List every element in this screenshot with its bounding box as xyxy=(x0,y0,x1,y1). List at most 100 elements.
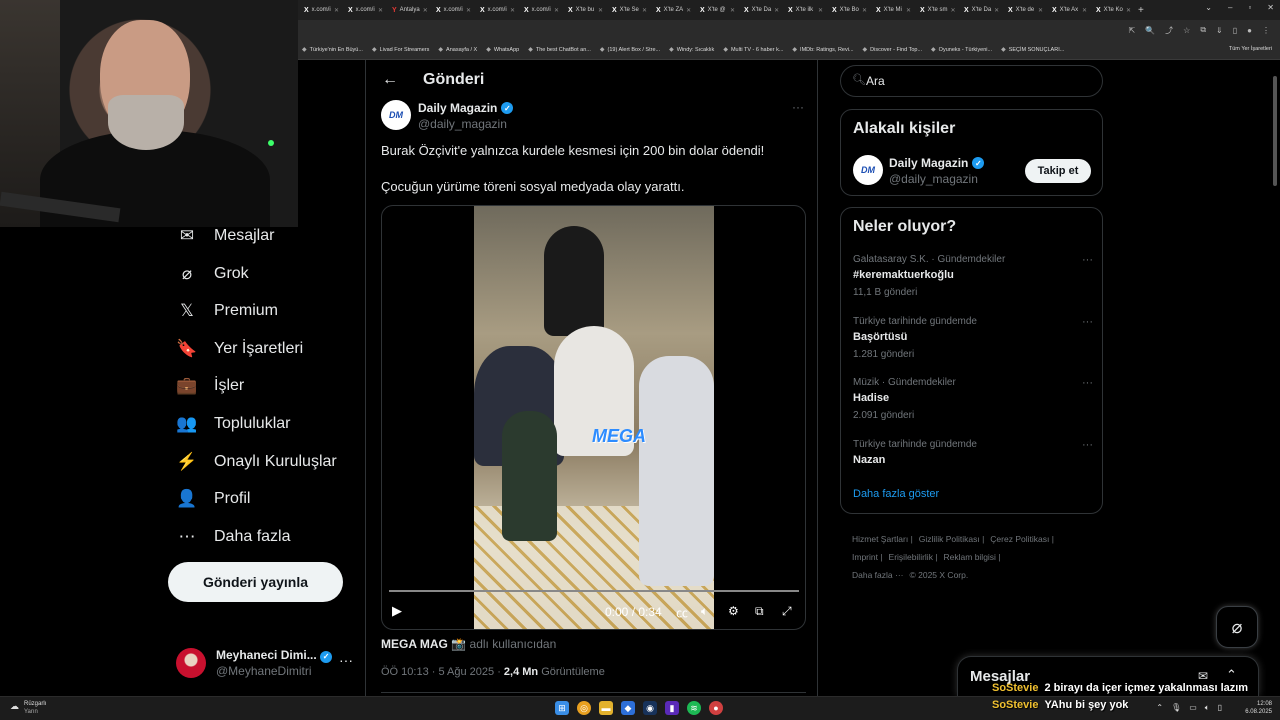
close-icon[interactable]: ✕ xyxy=(1126,7,1131,14)
footer-link[interactable]: Hizmet Şartları | xyxy=(852,534,913,544)
install-icon[interactable]: ⇱ xyxy=(1128,26,1135,35)
browser-tab[interactable]: X X'te sm ✕ xyxy=(914,0,958,20)
trend-item[interactable]: Galatasaray S.K. · Gündemdekiler #kerema… xyxy=(853,254,1093,298)
fullscreen-icon[interactable]: ⤢ xyxy=(782,604,792,619)
close-icon[interactable]: ✕ xyxy=(334,7,339,14)
post-button[interactable]: Gönderi yayınla xyxy=(168,562,343,602)
clock[interactable]: 12:08 6.08.2025 xyxy=(1245,700,1272,716)
grok-icon[interactable]: ⌀ xyxy=(1216,606,1258,648)
nav-item-premium[interactable]: 𝕏 Premium xyxy=(176,301,278,321)
folder-icon[interactable]: ▬ xyxy=(599,701,613,715)
twitch-icon[interactable]: ▮ xyxy=(665,701,679,715)
close-icon[interactable]: ✕ xyxy=(598,7,603,14)
close-icon[interactable]: ✕ xyxy=(774,7,779,14)
extensions-icon[interactable]: ⧉ xyxy=(1200,25,1206,35)
browser-tab[interactable]: Y Antalya ✕ xyxy=(386,0,430,20)
search-input[interactable]: 🔍︎ Ara xyxy=(840,65,1103,97)
related-name[interactable]: Daily Magazin ✓ xyxy=(889,156,985,170)
volume-icon[interactable]: 🔈︎ xyxy=(1205,703,1210,713)
new-message-icon[interactable]: ✉ xyxy=(1198,669,1208,683)
browser-tab[interactable]: X X'te Da ✕ xyxy=(738,0,782,20)
chevron-down-icon[interactable]: ⌄ xyxy=(1205,3,1212,12)
app-icon[interactable]: ◆ xyxy=(621,701,635,715)
more-icon[interactable]: ··· xyxy=(792,100,804,114)
chrome-icon[interactable]: ◎ xyxy=(577,701,591,715)
network-icon[interactable]: ▭ xyxy=(1189,703,1197,713)
trend-item[interactable]: Türkiye tarihinde gündemde Başörtüsü 1.2… xyxy=(853,316,1093,360)
battery-icon[interactable]: ▯ xyxy=(1218,703,1222,713)
close-icon[interactable]: ✕ xyxy=(818,7,823,14)
browser-tab[interactable]: Xx.com/i ✕ xyxy=(518,0,562,20)
browser-tab[interactable]: X X'te @ ✕ xyxy=(694,0,738,20)
volume-icon[interactable]: 🔈︎ xyxy=(701,604,708,619)
author-name[interactable]: Daily Magazin ✓ xyxy=(418,101,514,115)
expand-icon[interactable]: ⌃ xyxy=(1226,667,1237,683)
browser-tab[interactable]: X X'te bu ✕ xyxy=(562,0,606,20)
author-avatar[interactable]: DM xyxy=(381,100,411,130)
new-tab-button[interactable]: + xyxy=(1138,5,1144,16)
footer-link[interactable]: Gizlilik Politikası | xyxy=(919,534,985,544)
footer-link[interactable]: Çerez Politikası | xyxy=(990,534,1054,544)
account-switcher[interactable]: Meyhaneci Dimi... ✓ @MeyhaneDimitri ··· xyxy=(176,646,356,682)
star-icon[interactable]: ☆ xyxy=(1183,26,1190,35)
show-more-link[interactable]: Daha fazla göster xyxy=(853,488,939,500)
nav-item-grok[interactable]: ⌀ Grok xyxy=(176,264,249,284)
video-player[interactable]: MEGA ▶ 0:00 / 0:34 ㏄ 🔈︎ ⚙ ⧉ ⤢ xyxy=(381,205,806,630)
browser-tab[interactable]: X X'te ZA ✕ xyxy=(650,0,694,20)
source-user[interactable]: MEGA MAG 📸 xyxy=(381,637,466,651)
obs-icon[interactable]: ● xyxy=(709,701,723,715)
close-icon[interactable]: ✕ xyxy=(554,7,559,14)
sidebar-icon[interactable]: ▯ xyxy=(1233,26,1237,35)
scrollbar[interactable] xyxy=(1272,64,1278,684)
follow-button[interactable]: Takip et xyxy=(1025,159,1091,183)
footer-link[interactable]: Daha fazla ··· xyxy=(852,570,904,580)
related-avatar[interactable]: DM xyxy=(853,155,883,185)
bookmark-item[interactable]: ◆ Discover - Find Top... xyxy=(863,46,923,54)
start-icon[interactable]: ⊞ xyxy=(555,701,569,715)
nav-item-messages[interactable]: ✉ Mesajlar xyxy=(176,226,275,246)
play-icon[interactable]: ▶ xyxy=(392,603,402,619)
nav-item-jobs[interactable]: 💼 İşler xyxy=(176,376,244,396)
captions-icon[interactable]: ㏄ xyxy=(676,604,688,621)
all-bookmarks[interactable]: Tüm Yer İşaretleri xyxy=(1229,46,1272,52)
bookmark-item[interactable]: ◆ Anasayfa / X xyxy=(438,46,477,54)
spotify-icon[interactable]: ≋ xyxy=(687,701,701,715)
footer-link[interactable]: Erişilebilirlik | xyxy=(889,552,938,562)
weather-widget[interactable]: ☁ Rüzgarlı Yarın xyxy=(10,700,46,716)
trend-item[interactable]: Müzik · Gündemdekiler Hadise 2.091 gönde… xyxy=(853,377,1093,421)
close-icon[interactable]: ✕ xyxy=(510,7,515,14)
close-icon[interactable]: ✕ xyxy=(906,7,911,14)
back-arrow-icon[interactable]: ← xyxy=(382,71,398,89)
bookmark-item[interactable]: ◆ Multi TV - 6 haber k... xyxy=(723,46,783,54)
browser-tab[interactable]: X X'te de ✕ xyxy=(1002,0,1046,20)
trend-item[interactable]: Türkiye tarihinde gündemde Nazan ··· xyxy=(853,439,1093,472)
browser-tab[interactable]: X X'te Da ✕ xyxy=(958,0,1002,20)
post-timestamp[interactable]: ÖÖ 10:13 · 5 Ağu 2025 · xyxy=(381,666,501,678)
zoom-icon[interactable]: 🔍 xyxy=(1145,26,1155,35)
bookmark-item[interactable]: ◆ IMDb: Ratings, Revi... xyxy=(792,46,853,54)
browser-tab[interactable]: Xx.com/i ✕ xyxy=(430,0,474,20)
close-icon[interactable]: ✕ xyxy=(466,7,471,14)
minimize-icon[interactable]: – xyxy=(1228,3,1232,12)
close-icon[interactable]: ✕ xyxy=(1082,7,1087,14)
more-icon[interactable]: ··· xyxy=(1082,254,1093,266)
browser-tab[interactable]: Xx.com/i ✕ xyxy=(342,0,386,20)
browser-tab[interactable]: X X'te Ko ✕ xyxy=(1090,0,1134,20)
downloads-icon[interactable]: ⇓ xyxy=(1216,26,1223,35)
bookmark-item[interactable]: ◆ WhatsApp xyxy=(486,46,519,54)
browser-tab[interactable]: Xx.com/i ✕ xyxy=(298,0,342,20)
more-icon[interactable]: ··· xyxy=(1082,377,1093,389)
menu-icon[interactable]: ⋮ xyxy=(1262,26,1270,35)
close-icon[interactable]: ✕ xyxy=(1038,7,1043,14)
browser-tab[interactable]: X X'te Se ✕ xyxy=(606,0,650,20)
browser-tab[interactable]: X X'te Mi ✕ xyxy=(870,0,914,20)
bookmark-item[interactable]: ◆ SEÇİM SONUÇLARI... xyxy=(1001,46,1064,54)
footer-link[interactable]: Reklam bilgisi | xyxy=(944,552,1001,562)
chevron-up-icon[interactable]: ⌃ xyxy=(1156,703,1163,713)
close-icon[interactable]: ✕ xyxy=(1267,3,1274,12)
bookmark-item[interactable]: ◆ Oyuneks - Türkiyeni... xyxy=(931,46,992,54)
bookmark-item[interactable]: ◆ Windy: Sıcaklık xyxy=(669,46,714,54)
nav-item-verified-orgs[interactable]: ⚡ Onaylı Kuruluşlar xyxy=(176,452,336,472)
more-icon[interactable]: ··· xyxy=(1082,439,1093,451)
bookmark-item[interactable]: ◆ (19) Alert Box / Stre... xyxy=(600,46,660,54)
